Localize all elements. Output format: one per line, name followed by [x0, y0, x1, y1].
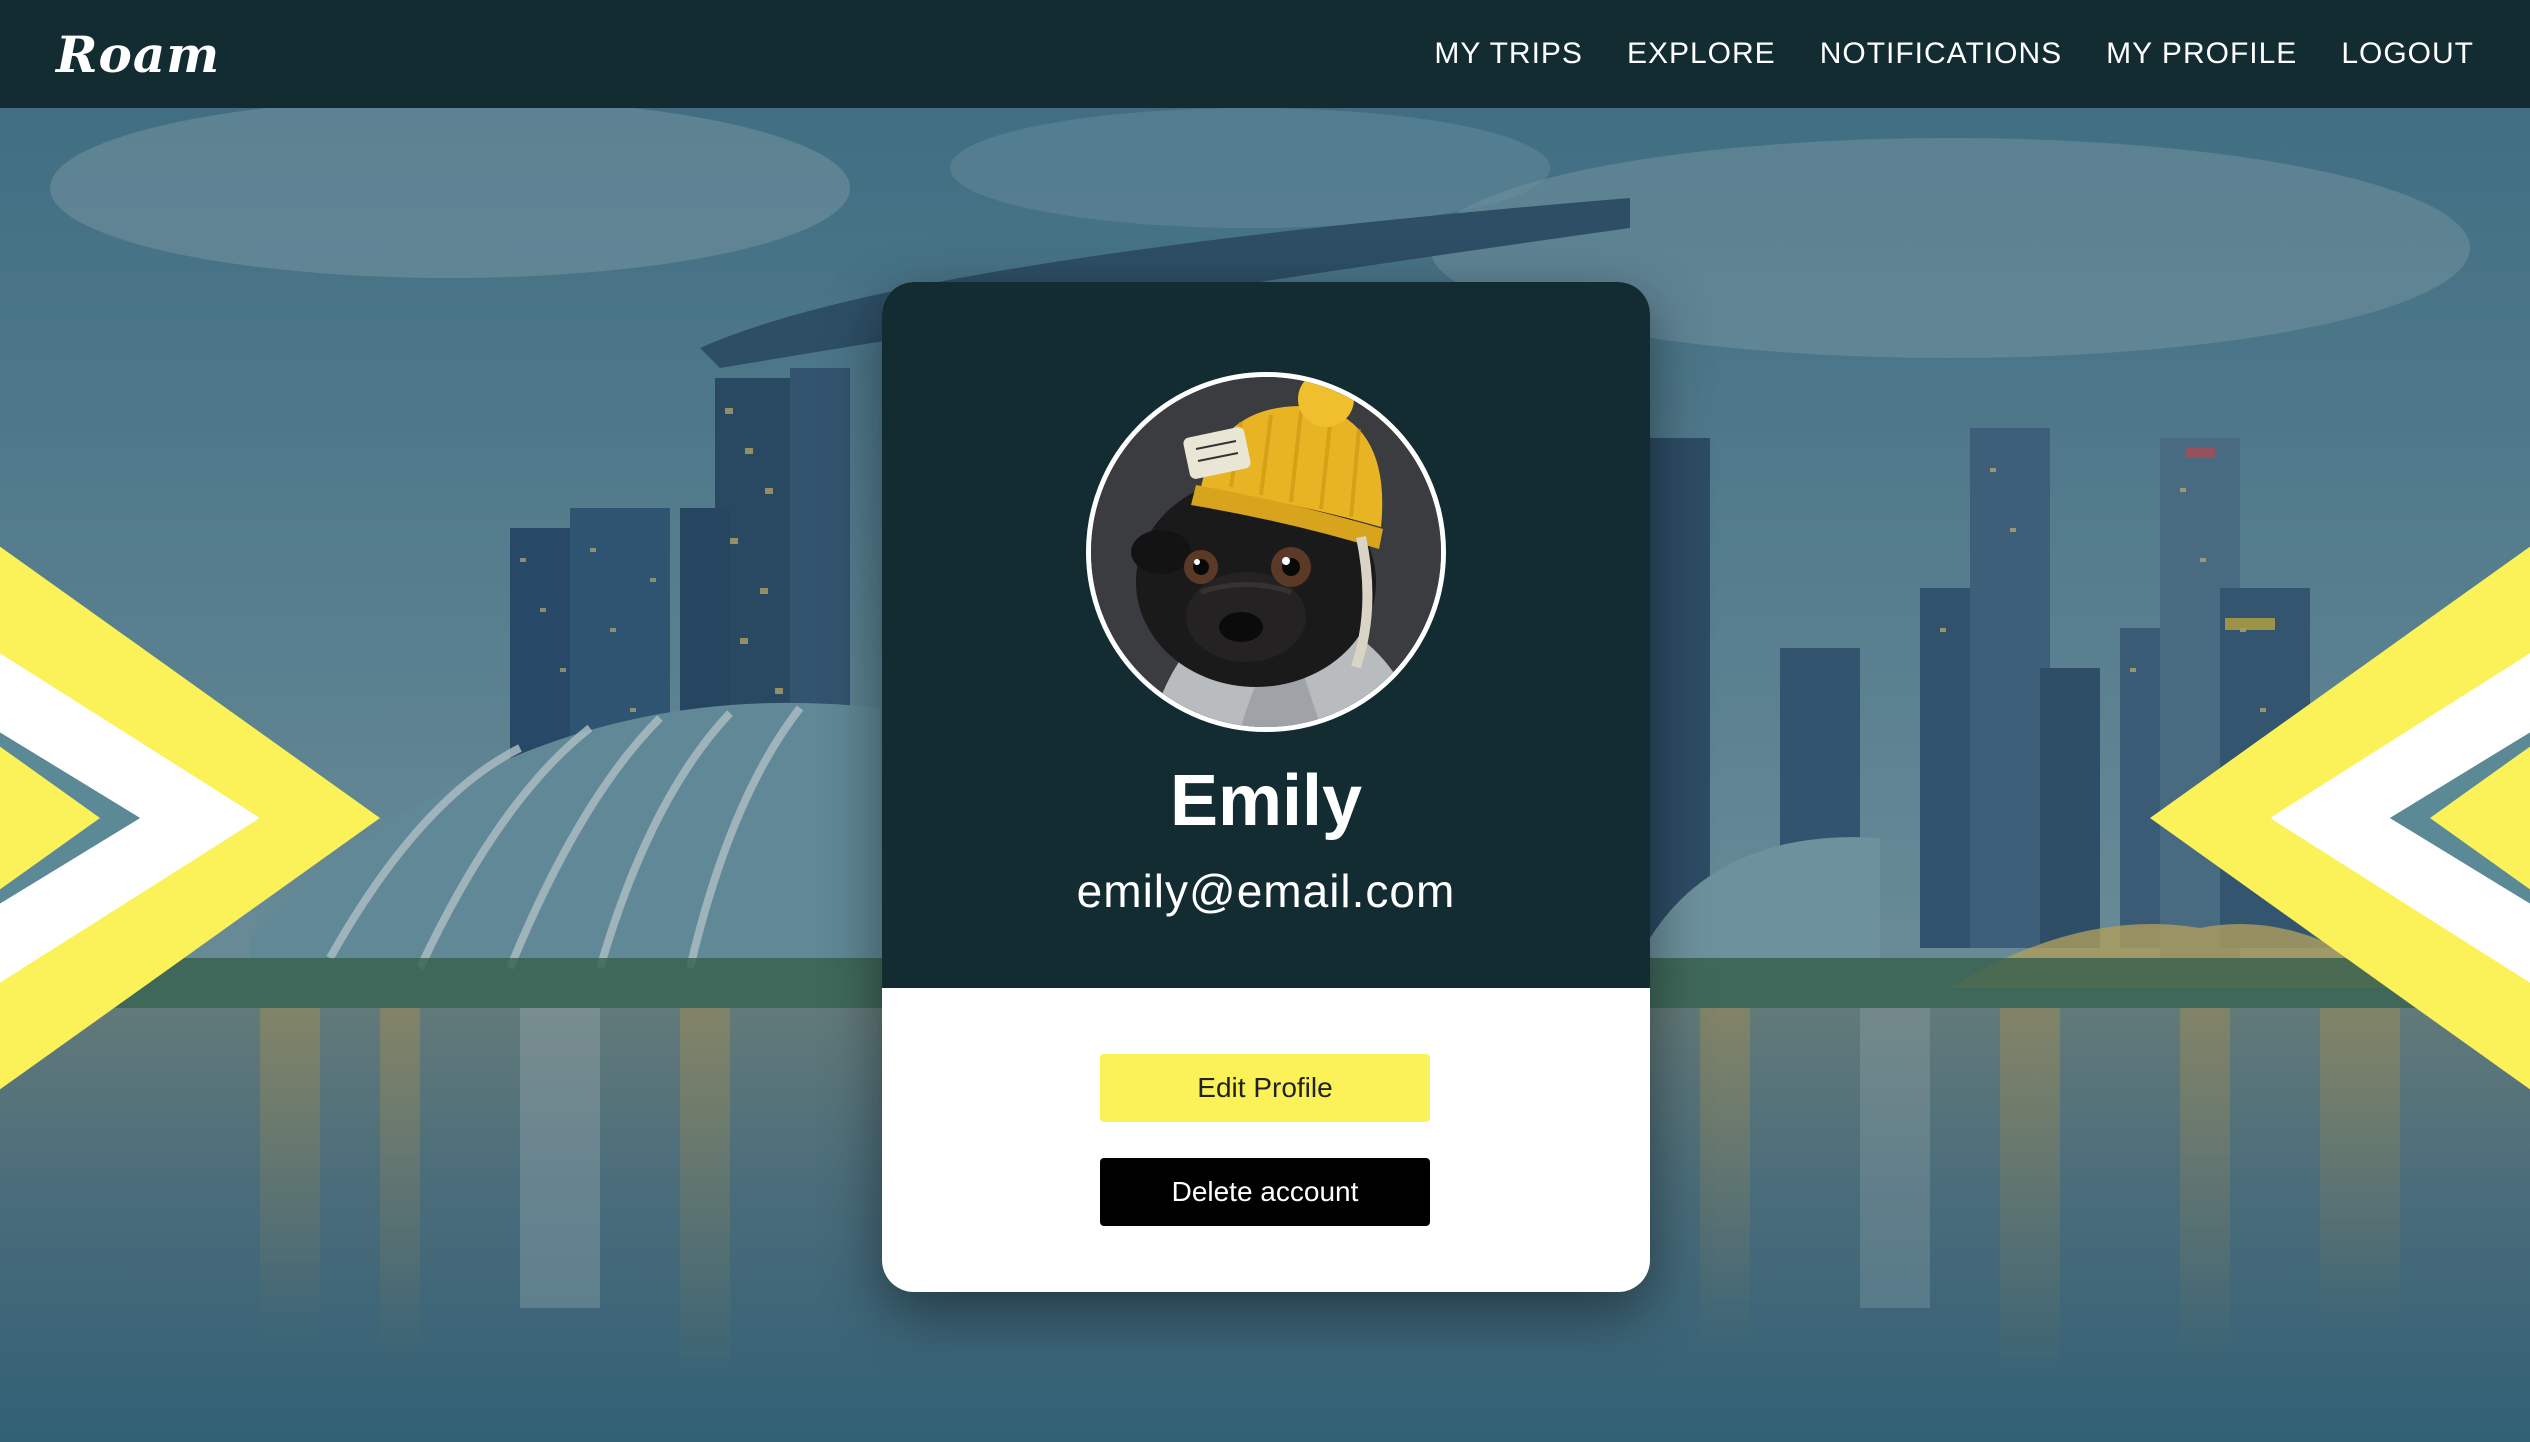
avatar: [1086, 372, 1446, 732]
nav-notifications[interactable]: NOTIFICATIONS: [1820, 37, 2062, 71]
nav-logout[interactable]: LOGOUT: [2341, 37, 2474, 71]
profile-name: Emily: [1169, 761, 1363, 841]
app-logo[interactable]: Roam: [56, 25, 220, 84]
nav-explore[interactable]: EXPLORE: [1627, 37, 1776, 71]
profile-card-header: Emily emily@email.com: [882, 282, 1650, 988]
nav-my-trips[interactable]: MY TRIPS: [1434, 37, 1583, 71]
profile-email: emily@email.com: [1076, 865, 1456, 917]
edit-profile-button[interactable]: Edit Profile: [1100, 1054, 1430, 1122]
delete-account-button[interactable]: Delete account: [1100, 1158, 1430, 1226]
navbar: Roam MY TRIPS EXPLORE NOTIFICATIONS MY P…: [0, 0, 2530, 108]
pug-avatar-icon: [1091, 377, 1441, 727]
nav-my-profile[interactable]: MY PROFILE: [2106, 37, 2297, 71]
nav-links: MY TRIPS EXPLORE NOTIFICATIONS MY PROFIL…: [1434, 37, 2474, 71]
profile-card: Emily emily@email.com Edit Profile Delet…: [882, 282, 1650, 1292]
